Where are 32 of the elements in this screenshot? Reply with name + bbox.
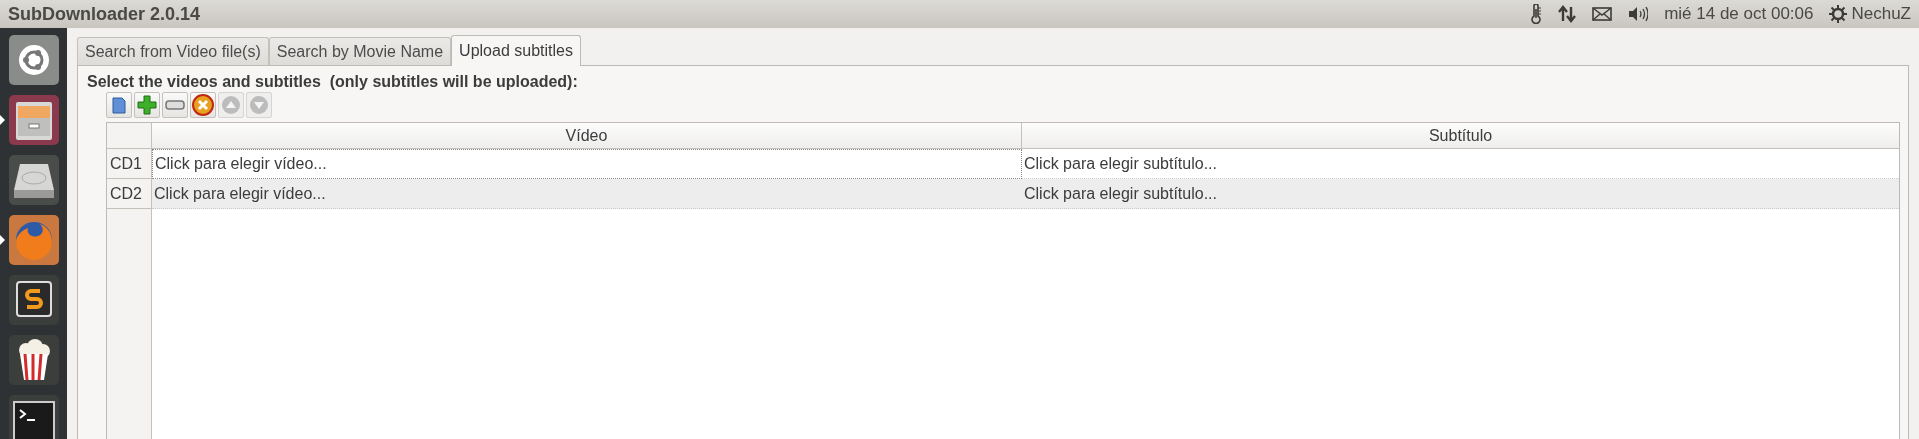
user-name[interactable]: NechuZ <box>1851 1 1911 27</box>
tab[interactable]: Search from Video file(s) <box>77 37 269 65</box>
minus-icon <box>165 99 185 111</box>
row-header[interactable]: CD1 <box>107 149 152 179</box>
clear-button[interactable] <box>190 92 216 118</box>
window-title: SubDownloader 2.0.14 <box>8 2 201 26</box>
ubuntu-logo-icon[interactable] <box>7 34 60 86</box>
file-cabinet-icon[interactable] <box>7 94 60 146</box>
column-header[interactable]: Subtítulo <box>1022 123 1899 149</box>
remove-button[interactable] <box>162 92 188 118</box>
clock[interactable]: mié 14 de oct 00:06 <box>1664 1 1814 27</box>
terminal-icon[interactable] <box>7 394 60 439</box>
column-header[interactable]: Vídeo <box>152 123 1022 149</box>
instruction-label: Select the videos and subtitles (only subtitles will be uploaded): <box>87 72 579 92</box>
thermometer-icon[interactable] <box>1530 4 1543 24</box>
fox-globe-icon[interactable] <box>7 214 60 266</box>
document-icon <box>111 96 127 114</box>
row-header[interactable]: CD2 <box>107 179 152 209</box>
plus-icon <box>137 95 157 115</box>
gear-icon[interactable] <box>1829 5 1848 23</box>
popcorn-bucket-icon[interactable] <box>7 334 60 386</box>
video-cell[interactable]: Click para elegir vídeo... <box>152 179 1022 209</box>
clear-icon <box>192 94 214 116</box>
mail-icon[interactable] <box>1592 7 1613 21</box>
tab[interactable]: Upload subtitles <box>451 35 581 66</box>
network-arrows-icon[interactable] <box>1558 5 1577 23</box>
speaker-icon[interactable] <box>1628 6 1649 22</box>
tab[interactable]: Search by Movie Name <box>268 37 452 65</box>
add-button[interactable] <box>134 92 160 118</box>
s-key-icon[interactable] <box>7 274 60 326</box>
document-button[interactable] <box>106 92 132 118</box>
subtitle-cell[interactable]: Click para elegir subtítulo... <box>1022 179 1899 209</box>
